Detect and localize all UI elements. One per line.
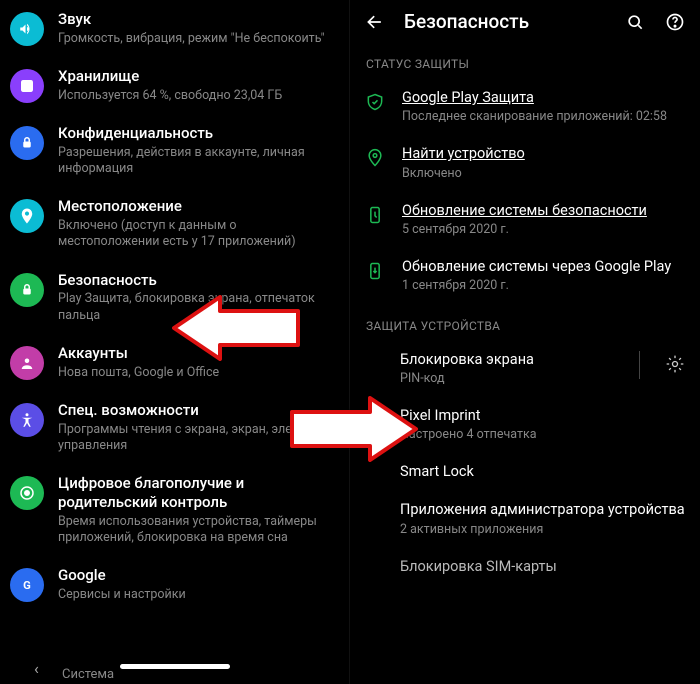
topbar: Безопасность xyxy=(350,0,700,43)
sec-title: Smart Lock xyxy=(400,463,686,481)
search-button[interactable] xyxy=(624,11,646,33)
google-icon: G xyxy=(10,568,44,602)
setting-row-wellbeing[interactable]: Цифровое благополучие и родительский кон… xyxy=(0,464,349,556)
row-sim-lock-partial[interactable]: Блокировка SIM-карты xyxy=(350,548,700,575)
section-device-label: ЗАЩИТА УСТРОЙСТВА xyxy=(350,305,700,341)
sec-title: Pixel Imprint xyxy=(400,407,686,425)
setting-row-storage[interactable]: Хранилище Используется 64 %, свободно 23… xyxy=(0,57,349,114)
sec-title: Обновление системы через Google Play xyxy=(402,258,686,276)
sec-sub: 5 сентября 2020 г. xyxy=(402,222,686,238)
divider xyxy=(639,351,640,379)
sec-sub: Включено xyxy=(402,166,686,182)
gear-button[interactable] xyxy=(664,353,686,375)
privacy-icon xyxy=(10,126,44,160)
pin-icon xyxy=(364,147,386,169)
sec-title: Обновление системы безопасности xyxy=(402,202,686,220)
svg-text:G: G xyxy=(23,579,31,592)
setting-title: Звук xyxy=(58,10,335,29)
arrow-right-annotation xyxy=(290,396,420,462)
update-icon xyxy=(364,204,386,226)
sec-sub: Последнее сканирование приложений: 02:58 xyxy=(402,109,686,125)
sec-title: Найти устройство xyxy=(402,145,686,163)
row-security-update[interactable]: Обновление системы безопасности 5 сентяб… xyxy=(350,192,700,248)
row-device-admin[interactable]: Приложения администратора устройства 2 а… xyxy=(350,491,700,547)
sec-sub: Настроено 4 отпечатка xyxy=(400,427,686,443)
row-play-protect[interactable]: Google Play Защита Последнее сканировани… xyxy=(350,79,700,135)
location-icon xyxy=(10,199,44,233)
shield-icon xyxy=(364,91,386,113)
help-button[interactable] xyxy=(664,11,686,33)
setting-sub: Время использования устройства, таймеры … xyxy=(58,514,335,547)
security-pane: Безопасность СТАТУС ЗАЩИТЫ Google Play З… xyxy=(350,0,700,684)
setting-sub: Разрешения, действия в аккаунте, личная … xyxy=(58,145,335,178)
accounts-icon xyxy=(10,346,44,380)
back-button[interactable] xyxy=(364,11,386,33)
setting-title: Хранилище xyxy=(58,67,335,86)
row-screen-lock[interactable]: Блокировка экрана PIN-код xyxy=(350,341,700,397)
section-status-label: СТАТУС ЗАЩИТЫ xyxy=(350,43,700,79)
sec-sub: PIN-код xyxy=(400,371,621,387)
update-icon xyxy=(364,260,386,282)
security-icon xyxy=(10,273,44,307)
setting-row-privacy[interactable]: Конфиденциальность Разрешения, действия … xyxy=(0,114,349,187)
sec-sub: 1 сентября 2020 г. xyxy=(402,278,686,294)
row-find-device[interactable]: Найти устройство Включено xyxy=(350,135,700,191)
setting-title: Цифровое благополучие и родительский кон… xyxy=(58,474,335,512)
setting-sub: Используется 64 %, свободно 23,04 ГБ xyxy=(58,88,335,104)
home-pill[interactable] xyxy=(120,664,230,669)
accessibility-icon xyxy=(10,403,44,437)
setting-sub: Нова пошта, Google и Office xyxy=(58,365,335,381)
setting-title: Местоположение xyxy=(58,197,335,216)
setting-title: Безопасность xyxy=(58,271,335,290)
sound-icon xyxy=(10,12,44,46)
sec-title: Google Play Защита xyxy=(402,89,686,107)
nav-bar xyxy=(0,648,349,684)
setting-sub: Включено (доступ к данным о местоположен… xyxy=(58,218,335,251)
wellbeing-icon xyxy=(10,476,44,510)
setting-title: Google xyxy=(58,566,335,585)
setting-sub: Сервисы и настройки xyxy=(58,587,335,603)
page-title: Безопасность xyxy=(404,10,606,33)
setting-row-location[interactable]: Местоположение Включено (доступ к данным… xyxy=(0,187,349,260)
setting-row-sound[interactable]: Звук Громкость, вибрация, режим "Не бесп… xyxy=(0,0,349,57)
sec-sub: 2 активных приложения xyxy=(400,522,686,538)
sec-title: Блокировка экрана xyxy=(400,351,621,369)
arrow-left-annotation xyxy=(170,295,300,361)
setting-row-google[interactable]: G Google Сервисы и настройки xyxy=(0,556,349,613)
setting-sub: Громкость, вибрация, режим "Не беспокоит… xyxy=(58,31,335,47)
setting-title: Конфиденциальность xyxy=(58,124,335,143)
sec-title: Приложения администратора устройства xyxy=(400,501,686,519)
row-play-system-update[interactable]: Обновление системы через Google Play 1 с… xyxy=(350,248,700,304)
storage-icon xyxy=(10,69,44,103)
